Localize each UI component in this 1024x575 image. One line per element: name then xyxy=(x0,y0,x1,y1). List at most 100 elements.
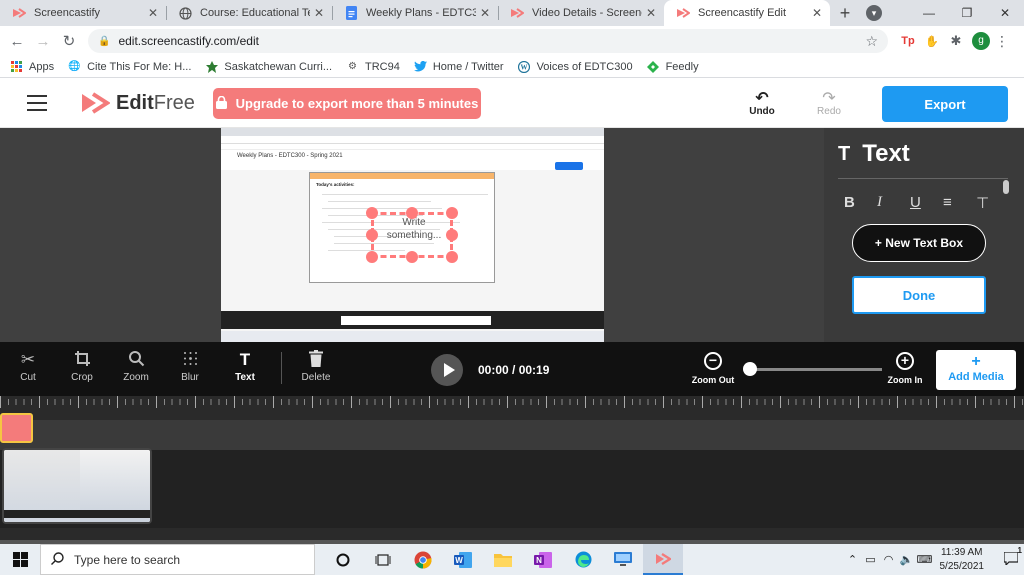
resize-handle-top-left[interactable] xyxy=(366,207,378,219)
zoom-out-button[interactable]: − Zoom Out xyxy=(683,352,743,385)
preview-page-heading: Today's activities: xyxy=(316,182,355,187)
new-text-box-button[interactable]: + New Text Box xyxy=(852,224,986,262)
blur-tool-button[interactable]: Blur xyxy=(165,350,215,383)
resize-handle-bottom-right[interactable] xyxy=(446,251,458,263)
forward-icon[interactable]: → xyxy=(30,33,56,50)
volume-icon[interactable]: 🔈 xyxy=(898,553,916,566)
bold-button[interactable]: B xyxy=(844,194,877,212)
close-icon[interactable]: ✕ xyxy=(148,6,158,20)
resize-handle-top-right[interactable] xyxy=(446,207,458,219)
address-bar[interactable]: 🔒 edit.screencastify.com/edit ☆ xyxy=(88,29,888,53)
chrome-icon[interactable] xyxy=(403,544,443,575)
resize-handle-right[interactable] xyxy=(446,229,458,241)
browser-tab-video-details[interactable]: Video Details - Screencastif ✕ xyxy=(498,0,664,26)
undo-button[interactable]: ↶ Undo xyxy=(737,88,787,117)
hand-extension-icon[interactable]: ✋ xyxy=(920,35,944,48)
cut-tool-button[interactable]: ✂ Cut xyxy=(3,350,53,383)
browser-tab-course[interactable]: Course: Educational Techno ✕ xyxy=(166,0,332,26)
close-window-icon[interactable]: ✕ xyxy=(986,6,1024,20)
cortana-icon[interactable] xyxy=(323,544,363,575)
zoom-slider-track[interactable] xyxy=(750,368,882,371)
chevron-up-icon[interactable]: ⌃ xyxy=(844,553,862,566)
text-overlay-box[interactable]: Write something... xyxy=(366,207,458,263)
placeholder-line-2: something... xyxy=(386,230,442,241)
bookmark-feedly[interactable]: Feedly xyxy=(647,60,699,73)
upgrade-button[interactable]: Upgrade to export more than 5 minutes xyxy=(213,88,481,119)
back-icon[interactable]: ← xyxy=(4,33,30,50)
minimize-icon[interactable]: — xyxy=(910,6,948,20)
tab-search-icon[interactable]: ▾ xyxy=(866,5,882,21)
delete-tool-button[interactable]: Delete xyxy=(291,350,341,383)
text-tool-button[interactable]: T Text xyxy=(220,350,270,383)
bookmark-twitter[interactable]: Home / Twitter xyxy=(413,60,504,73)
resize-handle-bottom-left[interactable] xyxy=(366,251,378,263)
bookmark-saskatchewan[interactable]: Saskatchewan Curri... xyxy=(205,60,332,73)
restore-icon[interactable]: ❐ xyxy=(948,6,986,20)
zoom-out-label: Zoom Out xyxy=(691,375,735,385)
underline-button[interactable]: U xyxy=(910,194,943,212)
new-tab-button[interactable]: + xyxy=(830,0,860,26)
menu-kebab-icon[interactable]: ⋮ xyxy=(990,33,1014,50)
tp-extension-icon[interactable]: Tp xyxy=(896,35,920,47)
clock[interactable]: 11:39 AM 5/25/2021 xyxy=(940,546,985,574)
bookmark-cite-this[interactable]: 🌐 Cite This For Me: H... xyxy=(68,60,191,73)
editor-header: EditFree Upgrade to export more than 5 m… xyxy=(0,78,1024,128)
zoom-tool-button[interactable]: Zoom xyxy=(111,350,161,383)
tool-label: Blur xyxy=(181,372,199,383)
video-clip[interactable] xyxy=(2,448,152,524)
bookmark-trc94[interactable]: ⚙ TRC94 xyxy=(346,60,400,73)
crop-tool-button[interactable]: Crop xyxy=(57,350,107,383)
editfree-logo[interactable]: EditFree xyxy=(80,91,195,115)
vertical-align-button[interactable]: ⊤ xyxy=(976,194,1009,212)
export-button[interactable]: Export xyxy=(882,86,1008,122)
bookmark-apps[interactable]: Apps xyxy=(10,60,54,73)
zoom-in-button[interactable]: + Zoom In xyxy=(875,352,935,385)
resize-handle-bottom[interactable] xyxy=(406,251,418,263)
preview-address-bar xyxy=(221,136,604,144)
play-button[interactable] xyxy=(431,354,463,386)
reload-icon[interactable]: ↻ xyxy=(56,32,82,50)
align-button[interactable]: ≡ xyxy=(943,194,976,212)
wifi-icon[interactable]: ◠ xyxy=(880,553,898,566)
screencastify-taskbar-icon[interactable] xyxy=(643,544,683,575)
taskbar-search-box[interactable]: Type here to search xyxy=(40,544,315,575)
close-icon[interactable]: ✕ xyxy=(314,6,324,20)
onenote-icon[interactable]: N xyxy=(523,544,563,575)
browser-tab-screencastify-edit[interactable]: Screencastify Edit ✕ xyxy=(664,0,830,26)
remote-desktop-icon[interactable] xyxy=(603,544,643,575)
puzzle-extensions-icon[interactable]: ✱ xyxy=(944,33,968,49)
italic-button[interactable]: I xyxy=(877,194,910,212)
hamburger-menu-icon[interactable] xyxy=(27,95,47,111)
close-icon[interactable]: ✕ xyxy=(812,6,822,20)
resize-handle-left[interactable] xyxy=(366,229,378,241)
lock-icon[interactable]: 🔒 xyxy=(98,36,110,47)
bookmark-voices-edtc300[interactable]: W Voices of EDTC300 xyxy=(518,60,633,73)
keyboard-language-icon[interactable]: ⌨ xyxy=(916,553,934,566)
word-icon[interactable]: W xyxy=(443,544,483,575)
close-icon[interactable]: ✕ xyxy=(480,6,490,20)
task-view-icon[interactable] xyxy=(363,544,403,575)
battery-icon[interactable]: ▭ xyxy=(862,553,880,566)
tab-title: Weekly Plans - EDTC300 - xyxy=(366,7,476,19)
redo-button[interactable]: ↷ Redo xyxy=(804,88,854,117)
google-docs-icon xyxy=(344,6,358,20)
close-icon[interactable]: ✕ xyxy=(646,6,656,20)
text-box-placeholder[interactable]: Write something... xyxy=(381,216,447,242)
panel-scrollbar[interactable] xyxy=(1003,180,1009,194)
resize-handle-top[interactable] xyxy=(406,207,418,219)
text-clip[interactable] xyxy=(0,413,33,443)
add-media-button[interactable]: + Add Media xyxy=(936,350,1016,390)
edge-icon[interactable] xyxy=(563,544,603,575)
windows-start-icon[interactable] xyxy=(0,544,40,575)
file-explorer-icon[interactable] xyxy=(483,544,523,575)
browser-tab-weekly-plans[interactable]: Weekly Plans - EDTC300 - ✕ xyxy=(332,0,498,26)
done-button[interactable]: Done xyxy=(852,276,986,314)
notification-center-icon[interactable]: 1 xyxy=(998,546,1024,568)
browser-tab-screencastify[interactable]: Screencastify ✕ xyxy=(0,0,166,26)
profile-avatar[interactable]: g xyxy=(972,32,990,50)
zoom-slider-knob[interactable] xyxy=(743,362,757,376)
bookmark-label: Saskatchewan Curri... xyxy=(224,60,333,73)
tab-title: Video Details - Screencastif xyxy=(532,7,642,19)
timeline[interactable] xyxy=(0,396,1024,544)
bookmark-star-icon[interactable]: ☆ xyxy=(865,33,878,50)
